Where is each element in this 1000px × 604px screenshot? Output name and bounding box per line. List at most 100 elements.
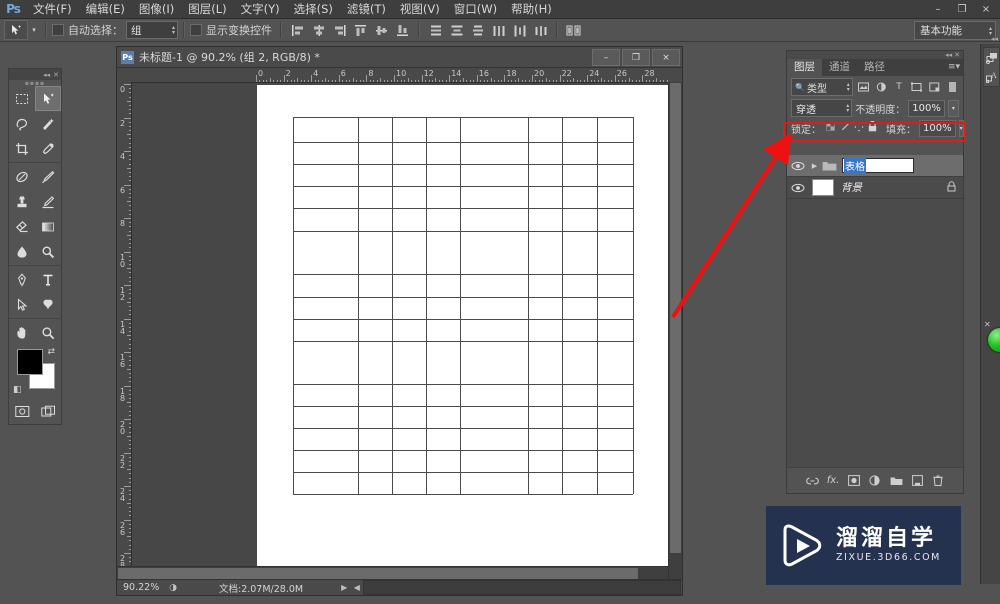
close-icon[interactable]: ✕ [954,51,960,59]
menu-item-0[interactable]: 文件(F) [26,0,79,18]
quick-mask-mode-button[interactable] [9,399,35,424]
distribute-right-edges-icon[interactable] [531,21,550,39]
crop-tool[interactable] [9,136,35,161]
document-canvas[interactable] [257,85,670,579]
group-expand-toggle[interactable]: ▶ [809,162,820,170]
pen-tool[interactable] [9,267,35,292]
quick-selection-tool[interactable] [35,111,61,136]
layer-mask-button[interactable] [847,472,861,490]
layers-panel-tab-2[interactable]: 路径 [857,59,892,76]
distribute-top-edges-icon[interactable] [426,21,445,39]
document-close-button[interactable]: × [652,49,680,66]
shape-filter-icon[interactable] [910,79,924,95]
canvas-area[interactable] [132,83,682,580]
vertical-scrollbar[interactable] [668,82,682,580]
zoom-level[interactable]: 90.22% [117,582,165,593]
workspace-switcher[interactable]: 基本功能 ▴ ▾ [914,21,996,40]
tool-preset-caret-icon[interactable]: ▾ [28,21,40,39]
auto-select-checkbox[interactable] [52,24,64,36]
filter-toggle-icon[interactable] [945,79,959,95]
hand-tool[interactable] [9,320,35,345]
panel-menu-icon[interactable]: ≡▾ [948,62,960,72]
layer-visibility-toggle[interactable] [787,177,809,198]
dock-collapse-icon[interactable]: ◂◂ [991,35,998,43]
layer-name-input[interactable]: 表格 [842,158,914,173]
align-top-edges-icon[interactable] [351,21,370,39]
layer-list[interactable]: ▶ 表格背景 [787,155,963,467]
layer-style-button[interactable]: fx. [826,472,840,490]
default-colors-icon[interactable]: ◧ [13,385,22,395]
layer-filter-type-dropdown[interactable]: 🔍 类型 ▴ ▾ [791,78,853,96]
menu-item-6[interactable]: 滤镜(T) [340,0,393,18]
move-tool[interactable] [35,86,61,111]
status-menu-arrow-icon[interactable]: ▶ ◀ [341,583,362,592]
minimize-button[interactable]: – [926,1,950,17]
distribute-vertical-centers-icon[interactable] [447,21,466,39]
type-filter-icon[interactable]: T [892,79,906,95]
link-layers-button[interactable] [805,472,819,490]
menu-item-9[interactable]: 帮助(H) [504,0,559,18]
menu-item-3[interactable]: 图层(L) [181,0,233,18]
menu-item-7[interactable]: 视图(V) [393,0,447,18]
menu-item-2[interactable]: 图像(I) [132,0,181,18]
show-transform-checkbox[interactable] [190,24,202,36]
smart-object-filter-icon[interactable] [928,79,942,95]
layer-row[interactable]: 背景 [787,177,963,199]
layers-panel-grip[interactable]: ◂◂ ✕ [787,51,963,59]
menu-item-8[interactable]: 窗口(W) [447,0,504,18]
move-tool-icon[interactable] [4,20,28,40]
adjustment-filter-icon[interactable] [875,79,889,95]
opacity-value[interactable]: 100% [908,99,945,117]
document-minimize-button[interactable]: – [592,49,620,66]
collapse-icon[interactable]: ◂◂ [945,51,952,59]
align-right-edges-icon[interactable] [330,21,349,39]
layer-visibility-toggle[interactable] [787,155,809,176]
document-restore-button[interactable]: ❐ [622,49,650,66]
eyedropper-tool[interactable] [35,136,61,161]
opacity-stepper-icon[interactable]: ▾ [947,99,959,117]
lasso-tool[interactable] [9,111,35,136]
brush-tool[interactable] [35,164,61,189]
distribute-bottom-edges-icon[interactable] [468,21,487,39]
align-vertical-centers-icon[interactable] [372,21,391,39]
type-tool[interactable] [35,267,61,292]
foreground-color-swatch[interactable] [17,349,43,375]
distribute-horizontal-centers-icon[interactable] [510,21,529,39]
layers-panel-tab-0[interactable]: 图层 [787,59,822,76]
history-panel-icon[interactable] [984,48,999,67]
eraser-tool[interactable] [9,214,35,239]
ruler-corner[interactable] [117,68,132,83]
horizontal-scroll-thumb[interactable] [118,568,638,579]
auto-align-layers-icon[interactable] [564,21,583,39]
layer-row[interactable]: ▶ 表格 [787,155,963,177]
tools-panel-grip[interactable]: ◂◂ ✕ [9,69,61,80]
close-icon[interactable]: ✕ [53,71,59,79]
auto-select-scope-dropdown[interactable]: 组 ▴ ▾ [126,21,178,39]
layer-thumbnail[interactable] [812,179,834,196]
document-titlebar[interactable]: Ps 未标题-1 @ 90.2% (组 2, RGB/8) * – ❐ × [117,47,682,68]
vertical-scroll-thumb[interactable] [670,83,681,553]
blend-mode-dropdown[interactable]: 穿透 ▴ ▾ [791,99,853,117]
screen-mode-button[interactable] [35,399,61,424]
pixel-filter-icon[interactable] [857,79,871,95]
dodge-tool[interactable] [35,239,61,264]
gradient-tool[interactable] [35,214,61,239]
horizontal-ruler[interactable]: 0 2 4 6 8 10 12 14 16 18 20 22 24 26 28 [131,68,682,83]
clone-stamp-tool[interactable] [9,189,35,214]
dock-expand-icon[interactable]: ✕ [984,320,991,329]
path-selection-tool[interactable] [9,292,35,317]
active-tool-preset[interactable]: ▾ [4,20,40,40]
adjustment-layer-button[interactable] [868,472,882,490]
new-group-button[interactable] [889,472,903,490]
vertical-ruler[interactable]: 0246810121416182022242628 [117,82,132,595]
align-bottom-edges-icon[interactable] [393,21,412,39]
swap-colors-icon[interactable]: ⇄ [47,347,55,357]
menu-item-4[interactable]: 文字(Y) [234,0,287,18]
menu-item-1[interactable]: 编辑(E) [79,0,132,18]
horizontal-scrollbar[interactable] [117,566,668,580]
collapse-icon[interactable]: ◂◂ [43,71,50,79]
distribute-left-edges-icon[interactable] [489,21,508,39]
layers-panel-tab-1[interactable]: 通道 [822,59,857,76]
close-button[interactable]: × [974,1,998,17]
zoom-tool[interactable] [35,320,61,345]
